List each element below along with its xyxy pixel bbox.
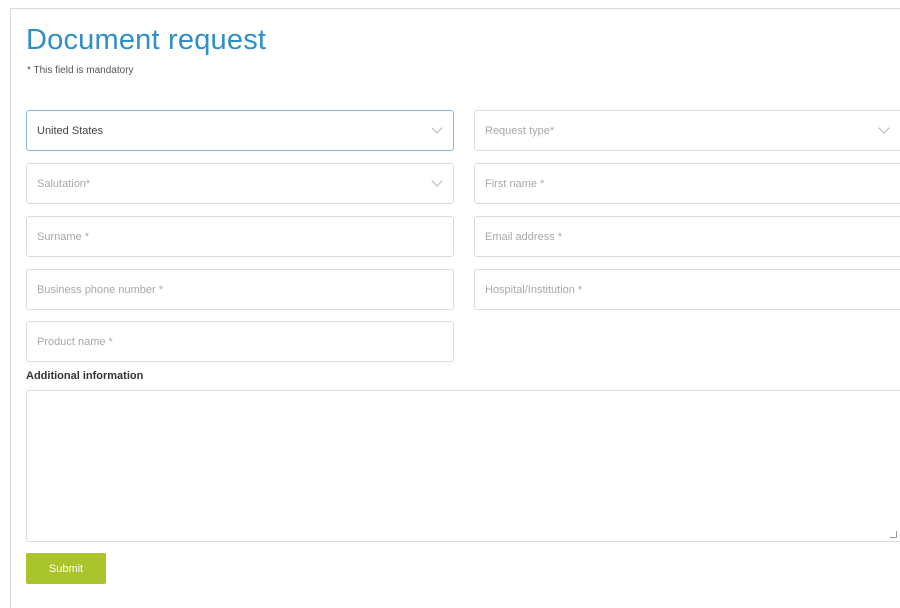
email-placeholder: Email address * [485, 230, 563, 243]
hospital-field[interactable]: Hospital/Institution * [474, 269, 900, 310]
mandatory-note: * This field is mandatory [27, 65, 134, 76]
salutation-placeholder: Salutation* [37, 177, 91, 190]
request-type-placeholder: Request type* [485, 124, 555, 137]
first-name-field[interactable]: First name * [474, 163, 900, 204]
surname-field[interactable]: Surname * [26, 216, 454, 257]
first-name-placeholder: First name * [485, 177, 545, 190]
surname-placeholder: Surname * [37, 230, 89, 243]
salutation-select[interactable]: Salutation* [26, 163, 454, 204]
chevron-down-icon [431, 122, 443, 134]
page-title: Document request [26, 24, 267, 56]
phone-field[interactable]: Business phone number * [26, 269, 454, 310]
chevron-down-icon [431, 175, 443, 187]
additional-info-label: Additional information [26, 370, 144, 382]
email-field[interactable]: Email address * [474, 216, 900, 257]
hospital-placeholder: Hospital/Institution * [485, 283, 583, 296]
additional-info-textarea[interactable] [26, 390, 900, 542]
submit-button[interactable]: Submit [26, 553, 106, 584]
product-name-placeholder: Product name * [37, 335, 113, 348]
product-name-field[interactable]: Product name * [26, 321, 454, 362]
resize-handle-icon[interactable] [890, 531, 897, 538]
phone-placeholder: Business phone number * [37, 283, 163, 296]
request-type-select[interactable]: Request type* [474, 110, 900, 151]
country-select[interactable]: United States [26, 110, 454, 151]
country-value: United States [37, 124, 104, 137]
chevron-down-icon [878, 122, 890, 134]
